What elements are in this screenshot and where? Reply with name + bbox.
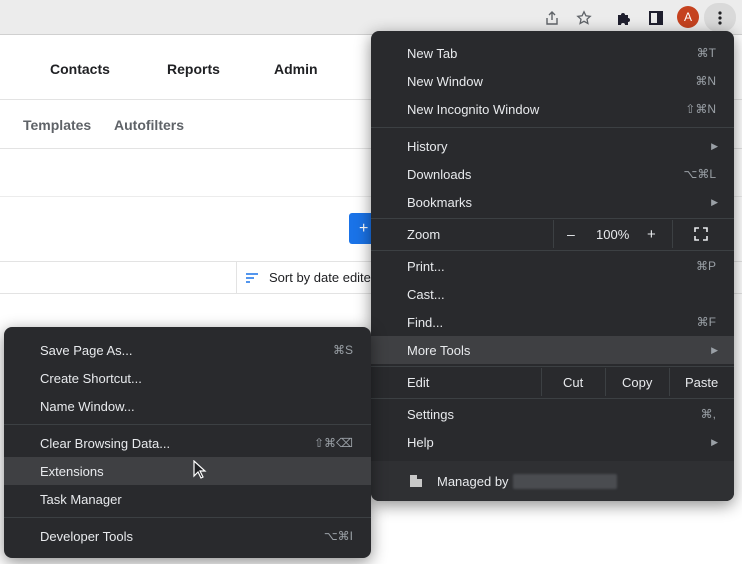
fullscreen-icon[interactable] [694, 220, 708, 248]
zoom-in-button[interactable]: + [647, 220, 656, 248]
more-tools-submenu: Save Page As... ⌘S Create Shortcut... Na… [4, 327, 371, 558]
redacted-domain [513, 474, 617, 489]
sort-icon[interactable] [245, 271, 259, 289]
menu-label: Extensions [40, 463, 104, 479]
menu-separator [371, 127, 734, 128]
menu-find[interactable]: Find... ⌘F [371, 308, 734, 336]
mouse-cursor-icon [193, 459, 207, 483]
submenu-arrow-icon: ▶ [711, 140, 718, 151]
sidepanel-icon[interactable] [645, 7, 667, 29]
menu-new-tab[interactable]: New Tab ⌘T [371, 39, 734, 67]
menu-label: Bookmarks [407, 194, 473, 210]
menu-label: Find... [407, 314, 444, 330]
paste-button[interactable]: Paste [685, 368, 718, 396]
menu-separator [371, 398, 734, 399]
copy-button[interactable]: Copy [622, 368, 652, 396]
menu-label: More Tools [407, 342, 471, 358]
divider [236, 262, 237, 294]
menu-shortcut: ⌘N [695, 74, 716, 88]
menu-more-tools[interactable]: More Tools ▶ [371, 336, 734, 364]
divider [672, 220, 673, 248]
menu-shortcut: ⌥⌘I [323, 529, 353, 543]
menu-label: Downloads [407, 166, 472, 182]
menu-create-shortcut[interactable]: Create Shortcut... [4, 364, 371, 392]
building-icon [408, 473, 424, 492]
menu-separator [4, 424, 371, 425]
divider [553, 220, 554, 248]
menu-shortcut: ⌘, [700, 407, 716, 421]
menu-separator [371, 250, 734, 251]
menu-label: Name Window... [40, 398, 135, 414]
menu-bookmarks[interactable]: Bookmarks ▶ [371, 188, 734, 216]
menu-label: Print... [407, 258, 445, 274]
cut-button[interactable]: Cut [563, 368, 583, 396]
menu-settings[interactable]: Settings ⌘, [371, 400, 734, 428]
menu-help[interactable]: Help ▶ [371, 428, 734, 456]
menu-label: New Tab [407, 45, 458, 61]
divider [669, 368, 670, 396]
menu-label: Create Shortcut... [40, 370, 142, 386]
menu-shortcut: ⇧⌘⌫ [313, 436, 353, 450]
menu-label: Help [407, 434, 434, 450]
nav-admin[interactable]: Admin [274, 61, 318, 77]
menu-label: Cast... [407, 286, 445, 302]
kebab-menu-icon[interactable] [704, 3, 736, 32]
menu-label: Zoom [407, 226, 441, 242]
divider [541, 368, 542, 396]
submenu-arrow-icon: ▶ [711, 436, 718, 447]
menu-task-manager[interactable]: Task Manager [4, 485, 371, 513]
menu-separator [371, 218, 734, 219]
managed-label: Managed by [437, 473, 509, 489]
menu-label: New Incognito Window [407, 101, 540, 117]
menu-new-window[interactable]: New Window ⌘N [371, 67, 734, 95]
share-icon[interactable] [541, 7, 563, 29]
add-button-label: + [359, 219, 369, 237]
nav-contacts[interactable]: Contacts [50, 61, 110, 77]
menu-shortcut: ⌘T [696, 46, 716, 60]
menu-name-window[interactable]: Name Window... [4, 392, 371, 420]
managed-by-row[interactable]: Managed by [371, 461, 734, 501]
menu-label: Developer Tools [40, 528, 133, 544]
divider [605, 368, 606, 396]
menu-label: Settings [407, 406, 454, 422]
menu-shortcut: ⌘S [332, 343, 353, 357]
menu-cast[interactable]: Cast... [371, 280, 734, 308]
menu-shortcut: ⌥⌘L [683, 167, 716, 181]
menu-label: History [407, 138, 448, 154]
menu-extensions[interactable]: Extensions [4, 457, 371, 485]
zoom-level: 100% [596, 226, 630, 242]
menu-print[interactable]: Print... ⌘P [371, 252, 734, 280]
extensions-puzzle-icon[interactable] [613, 7, 635, 29]
subnav-templates[interactable]: Templates [23, 117, 91, 133]
chrome-menu: New Tab ⌘T New Window ⌘N New Incognito W… [371, 31, 734, 501]
menu-shortcut: ⇧⌘N [685, 102, 716, 116]
sort-dropdown[interactable]: Sort by date edite [269, 270, 371, 285]
menu-label: Edit [407, 374, 430, 390]
menu-edit-row: Edit Cut Copy Paste [371, 368, 734, 396]
menu-separator [371, 366, 734, 367]
menu-downloads[interactable]: Downloads ⌥⌘L [371, 160, 734, 188]
browser-toolbar: A [0, 0, 742, 35]
menu-label: Clear Browsing Data... [40, 435, 171, 451]
menu-new-incognito[interactable]: New Incognito Window ⇧⌘N [371, 95, 734, 123]
menu-history[interactable]: History ▶ [371, 132, 734, 160]
submenu-arrow-icon: ▶ [711, 196, 718, 207]
menu-label: Task Manager [40, 491, 122, 507]
menu-developer-tools[interactable]: Developer Tools ⌥⌘I [4, 522, 371, 550]
avatar[interactable]: A [677, 6, 699, 28]
avatar-letter: A [683, 10, 692, 24]
menu-save-page[interactable]: Save Page As... ⌘S [4, 336, 371, 364]
zoom-out-button[interactable]: – [567, 220, 575, 248]
menu-shortcut: ⌘F [696, 315, 716, 329]
nav-reports[interactable]: Reports [167, 61, 220, 77]
menu-label: Save Page As... [40, 342, 133, 358]
star-icon[interactable] [573, 7, 595, 29]
menu-zoom-row: Zoom – 100% + [371, 220, 734, 248]
menu-separator [4, 517, 371, 518]
menu-shortcut: ⌘P [695, 259, 716, 273]
menu-clear-browsing-data[interactable]: Clear Browsing Data... ⇧⌘⌫ [4, 429, 371, 457]
menu-label: New Window [407, 73, 483, 89]
subnav-autofilters[interactable]: Autofilters [114, 117, 184, 133]
submenu-arrow-icon: ▶ [711, 344, 718, 355]
